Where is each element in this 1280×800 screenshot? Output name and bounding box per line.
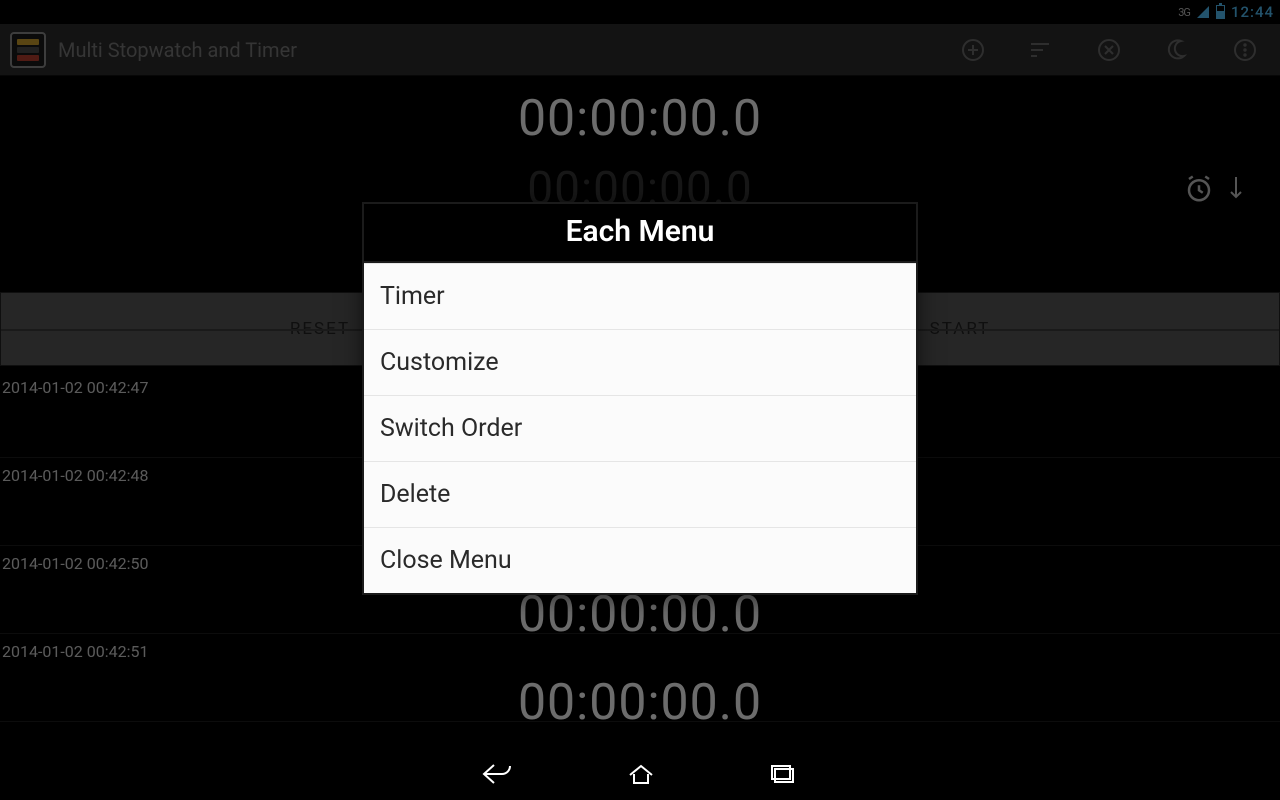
- recent-apps-button[interactable]: [768, 762, 800, 790]
- menu-item-switch-order[interactable]: Switch Order: [364, 395, 916, 461]
- back-button[interactable]: [480, 761, 514, 791]
- android-nav-bar: [0, 752, 1280, 800]
- home-button[interactable]: [624, 761, 658, 791]
- dialog-title: Each Menu: [364, 204, 916, 263]
- menu-item-delete[interactable]: Delete: [364, 461, 916, 527]
- menu-item-timer[interactable]: Timer: [364, 263, 916, 329]
- menu-item-customize[interactable]: Customize: [364, 329, 916, 395]
- each-menu-dialog: Each Menu Timer Customize Switch Order D…: [362, 202, 918, 595]
- menu-item-close[interactable]: Close Menu: [364, 527, 916, 593]
- screen: 3G 12:44 Multi Stopwatch and Timer: [0, 0, 1280, 800]
